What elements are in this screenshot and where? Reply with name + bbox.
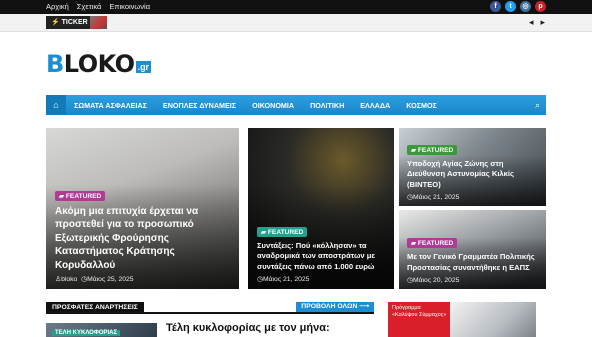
pinterest-icon[interactable]: p: [535, 1, 546, 12]
instagram-icon[interactable]: ◎: [520, 1, 531, 12]
featured-card-3[interactable]: ▰ FEATURED Υποδοχή Αγίας Ζώνης στη Διεύθ…: [399, 128, 546, 206]
social-links: f t ◎ p: [490, 1, 546, 12]
card-title[interactable]: Με τον Γενικό Γραμματέα Πολιτικής Προστα…: [407, 252, 538, 273]
nav-item-politics[interactable]: ΠΟΛΙΤΙΚΗ: [302, 101, 352, 110]
ticker-label: ⚡ TICKER: [46, 16, 93, 29]
link-contact[interactable]: Επικοινωνία: [109, 2, 150, 11]
card-content: ▰ FEATURED Με τον Γενικό Γραμματέα Πολιτ…: [407, 232, 538, 284]
nav-item-world[interactable]: ΚΟΣΜΟΣ: [398, 101, 445, 110]
featured-badge[interactable]: ▰ FEATURED: [407, 238, 458, 248]
nav-item-armed-forces[interactable]: ΕΝΟΠΛΕΣ ΔΥΝΑΜΕΙΣ: [155, 101, 244, 110]
card-author[interactable]: bloko: [61, 276, 77, 283]
logo-tld: .gr: [135, 61, 152, 73]
card-meta: ♙bloko ◷Μάιος 25, 2025: [55, 275, 231, 283]
card-content: ▰ FEATURED Υποδοχή Αγίας Ζώνης στη Διεύθ…: [407, 139, 538, 201]
card-date: Μάιος 25, 2025: [87, 276, 134, 283]
ad-image: [450, 302, 536, 337]
ticker-prev-icon[interactable]: ◂: [529, 17, 534, 28]
link-home[interactable]: Αρχική: [46, 2, 69, 11]
featured-card-4[interactable]: ▰ FEATURED Με τον Γενικό Γραμματέα Πολιτ…: [399, 210, 546, 289]
featured-card-2[interactable]: ▰ FEATURED Συντάξεις: Πού «κόλλησαν» τα …: [248, 128, 394, 289]
facebook-icon[interactable]: f: [490, 1, 501, 12]
top-links: Αρχική Σχετικά Επικοινωνία: [46, 2, 150, 11]
card-meta: ◷Μάιος 21, 2025: [407, 193, 538, 201]
card-meta: ◷Μάιος 20, 2025: [407, 276, 538, 284]
link-about[interactable]: Σχετικά: [77, 2, 102, 11]
ticker-controls: ◂ ▸: [529, 17, 545, 28]
card-date: Μάιος 21, 2025: [412, 194, 460, 201]
card-title[interactable]: Ακόμη μια επιτυχία έρχεται να προστεθεί …: [55, 205, 231, 273]
featured-badge[interactable]: ▰ FEATURED: [55, 190, 106, 201]
featured-badge[interactable]: ▰ FEATURED: [407, 144, 458, 155]
search-icon[interactable]: ⌕: [535, 100, 540, 111]
section-title: ΠΡΟΣΦΑΤΕΣ ΑΝΑΡΤΗΣΕΙΣ: [46, 302, 144, 314]
card-meta: ◷Μάιος 21, 2025: [257, 275, 386, 283]
card-title[interactable]: Συντάξεις: Πού «κόλλησαν» τα αναδρομικά …: [257, 241, 386, 273]
card-date: Μάιος 21, 2025: [262, 276, 310, 283]
ad-red-panel: Πρόγραμμα «Καλύψου Σύμμαχος»: [388, 302, 450, 337]
featured-card-large[interactable]: ▰ FEATURED Ακόμη μια επιτυχία έρχεται να…: [46, 128, 239, 289]
ad-banner[interactable]: Πρόγραμμα «Καλύψου Σύμμαχος»: [388, 302, 536, 337]
main-nav: ⌂ ΣΩΜΑΤΑ ΑΣΦΑΛΕΙΑΣ ΕΝΟΠΛΕΣ ΔΥΝΑΜΕΙΣ ΟΙΚΟ…: [46, 95, 546, 115]
nav-item-greece[interactable]: ΕΛΛΑΔΑ: [352, 101, 398, 110]
featured-badge[interactable]: ▰ FEATURED: [257, 226, 308, 237]
nav-item-economy[interactable]: ΟΙΚΟΝΟΜΙΑ: [244, 101, 302, 110]
nav-item-security[interactable]: ΣΩΜΑΤΑ ΑΣΦΑΛΕΙΑΣ: [66, 101, 155, 110]
site-logo[interactable]: BLOKO .gr: [46, 50, 152, 78]
recent-post-title[interactable]: Τέλη κυκλοφορίας με τον μήνα:: [166, 322, 330, 334]
card-title[interactable]: Υποδοχή Αγίας Ζώνης στη Διεύθυνση Αστυνο…: [407, 159, 538, 191]
ad-text: Πρόγραμμα «Καλύψου Σύμμαχος»: [392, 305, 447, 318]
ticker-thumbnail[interactable]: [90, 16, 107, 29]
card-content: ▰ FEATURED Ακόμη μια επιτυχία έρχεται να…: [55, 185, 231, 283]
category-badge[interactable]: ΤΕΛΗ ΚΥΚΛΟΦΟΡΙΑΣ: [52, 330, 121, 336]
view-all-button[interactable]: ΠΡΟΒΟΛΗ ΟΛΩΝ ⟶: [296, 302, 374, 312]
home-icon[interactable]: ⌂: [46, 95, 66, 115]
card-content: ▰ FEATURED Συντάξεις: Πού «κόλλησαν» τα …: [257, 221, 386, 283]
recent-posts-header: ΠΡΟΣΦΑΤΕΣ ΑΝΑΡΤΗΣΕΙΣ ΠΡΟΒΟΛΗ ΟΛΩΝ ⟶: [46, 302, 374, 314]
ticker-bar: ⚡ TICKER ◂ ▸: [0, 14, 592, 32]
card-date: Μάιος 20, 2025: [412, 277, 460, 284]
logo-text: BLOKO: [46, 50, 135, 78]
top-bar: Αρχική Σχετικά Επικοινωνία f t ◎ p: [0, 0, 592, 14]
ticker-next-icon[interactable]: ▸: [540, 17, 545, 28]
twitter-icon[interactable]: t: [505, 1, 516, 12]
